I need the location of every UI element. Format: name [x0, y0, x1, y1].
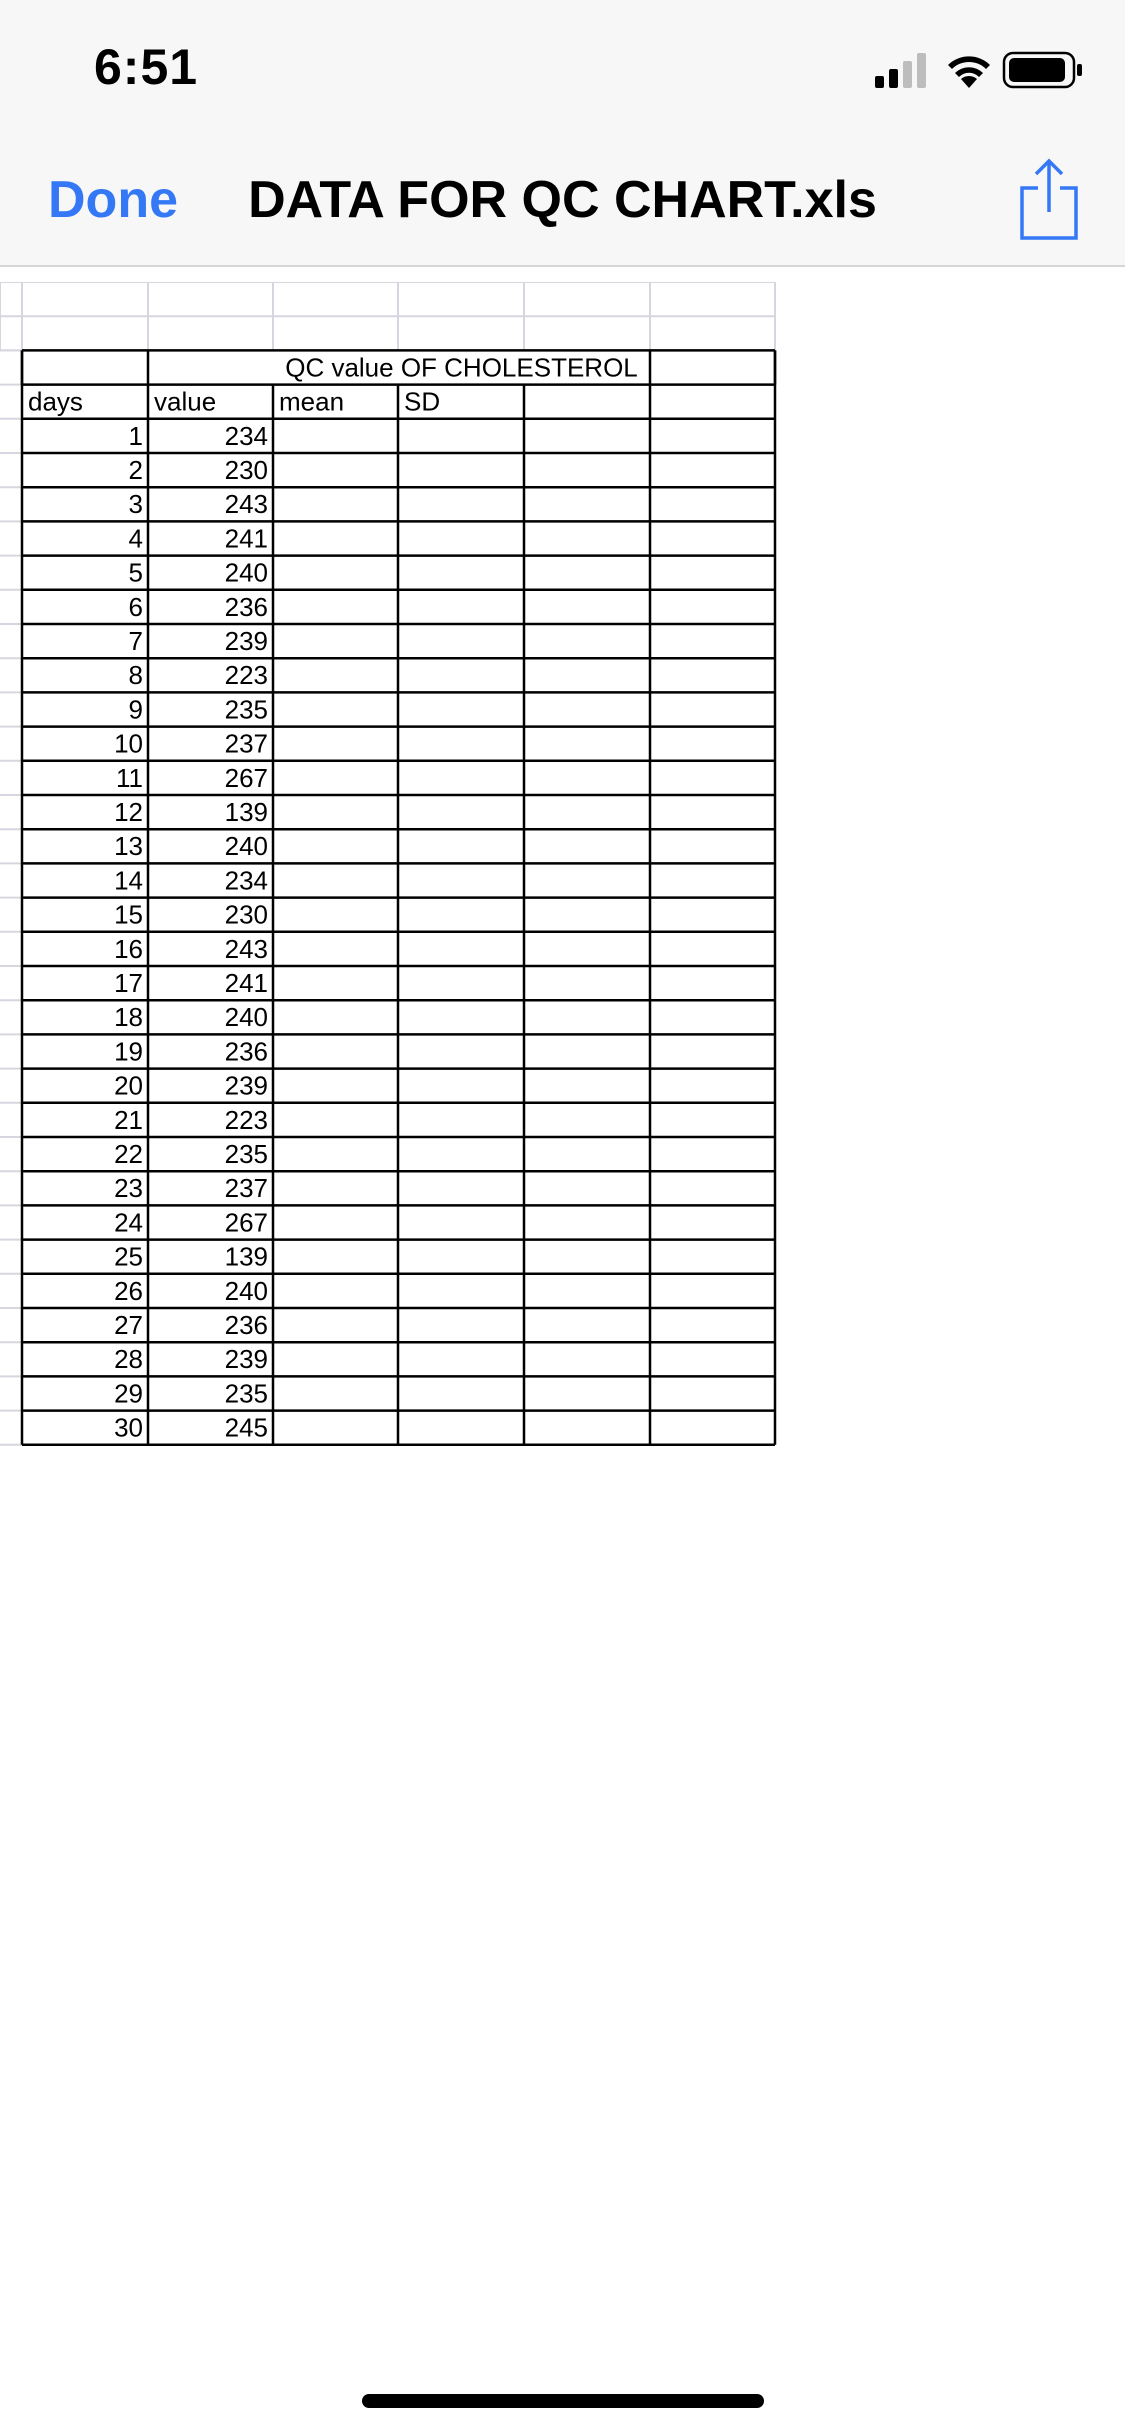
cell-day: 3: [129, 489, 143, 519]
cell-value: 236: [225, 592, 268, 622]
cell-day: 16: [114, 934, 143, 964]
share-button[interactable]: [1018, 158, 1080, 242]
cell-value: 267: [225, 763, 268, 793]
cell-value: 240: [225, 1002, 268, 1032]
cell-value: 230: [225, 900, 268, 930]
cell-day: 11: [116, 763, 143, 793]
status-icons: [875, 50, 1085, 90]
cell-value: 240: [225, 1276, 268, 1306]
cell-value: 235: [225, 694, 268, 724]
cell-day: 13: [114, 831, 143, 861]
cell-value: 240: [225, 558, 268, 588]
cell-day: 30: [114, 1413, 143, 1443]
cell-day: 6: [129, 592, 143, 622]
cell-value: 235: [225, 1378, 268, 1408]
cell-value: 230: [225, 455, 268, 485]
cell-day: 22: [114, 1139, 143, 1169]
cell-value: 236: [225, 1036, 268, 1066]
cell-day: 14: [114, 865, 143, 895]
cell-day: 25: [114, 1242, 143, 1272]
cell-value: 267: [225, 1207, 268, 1237]
cell-day: 7: [129, 626, 143, 656]
cell-value: 237: [225, 729, 268, 759]
cell-value: 139: [225, 797, 268, 827]
cell-value: 239: [225, 1344, 268, 1374]
column-header-sd: SD: [404, 387, 440, 417]
cell-value: 223: [225, 1105, 268, 1135]
sheet-title: QC value OF CHOLESTEROL: [285, 352, 638, 382]
cell-value: 239: [225, 626, 268, 656]
cell-day: 19: [114, 1036, 143, 1066]
cell-value: 239: [225, 1071, 268, 1101]
cell-day: 26: [114, 1276, 143, 1306]
status-bar: 6:51: [0, 0, 1125, 140]
cell-day: 10: [114, 729, 143, 759]
column-header-mean: mean: [279, 387, 344, 417]
cell-day: 4: [129, 523, 143, 553]
cell-day: 9: [129, 694, 143, 724]
cellular-signal-icon: [875, 53, 926, 88]
cell-day: 1: [129, 421, 143, 451]
spreadsheet[interactable]: QC value OF CHOLESTEROL days value mean SD 1 2…: [0, 281, 800, 1457]
battery-icon: [1002, 51, 1082, 89]
document-title: DATA FOR QC CHART.xls: [248, 171, 877, 229]
cell-day: 21: [114, 1105, 143, 1135]
cell-day: 24: [114, 1207, 143, 1237]
cell-day: 8: [129, 660, 143, 690]
cell-value: 241: [225, 968, 268, 998]
cell-day: 2: [129, 455, 143, 485]
nav-bar: Done DATA FOR QC CHART.xls: [0, 140, 1125, 267]
cell-day: 12: [114, 797, 143, 827]
share-icon: [1020, 158, 1078, 240]
cell-value: 243: [225, 489, 268, 519]
column-header-days: days: [28, 387, 83, 417]
done-button[interactable]: Done: [48, 170, 178, 230]
home-indicator[interactable]: [362, 2394, 764, 2408]
cell-value: 240: [225, 831, 268, 861]
cell-value: 235: [225, 1139, 268, 1169]
cell-day: 23: [114, 1173, 143, 1203]
cell-day: 29: [114, 1378, 143, 1408]
cell-value: 223: [225, 660, 268, 690]
cell-value: 236: [225, 1310, 268, 1340]
cell-value: 241: [225, 523, 268, 553]
cell-day: 15: [114, 900, 143, 930]
cell-value: 245: [225, 1413, 268, 1443]
cell-value: 243: [225, 934, 268, 964]
cell-value: 234: [225, 421, 268, 451]
column-header-value: value: [154, 387, 216, 417]
cell-day: 20: [114, 1071, 143, 1101]
cell-value: 234: [225, 865, 268, 895]
cell-day: 18: [114, 1002, 143, 1032]
cell-value: 139: [225, 1242, 268, 1272]
wifi-icon: [948, 56, 990, 88]
cell-day: 17: [114, 968, 143, 998]
status-time: 6:51: [94, 39, 199, 95]
cell-day: 5: [129, 558, 143, 588]
cell-day: 27: [114, 1310, 143, 1340]
cell-value: 237: [225, 1173, 268, 1203]
cell-day: 28: [114, 1344, 143, 1374]
spreadsheet-grid[interactable]: QC value OF CHOLESTEROLdays value mean SD1 2…: [0, 281, 800, 1452]
